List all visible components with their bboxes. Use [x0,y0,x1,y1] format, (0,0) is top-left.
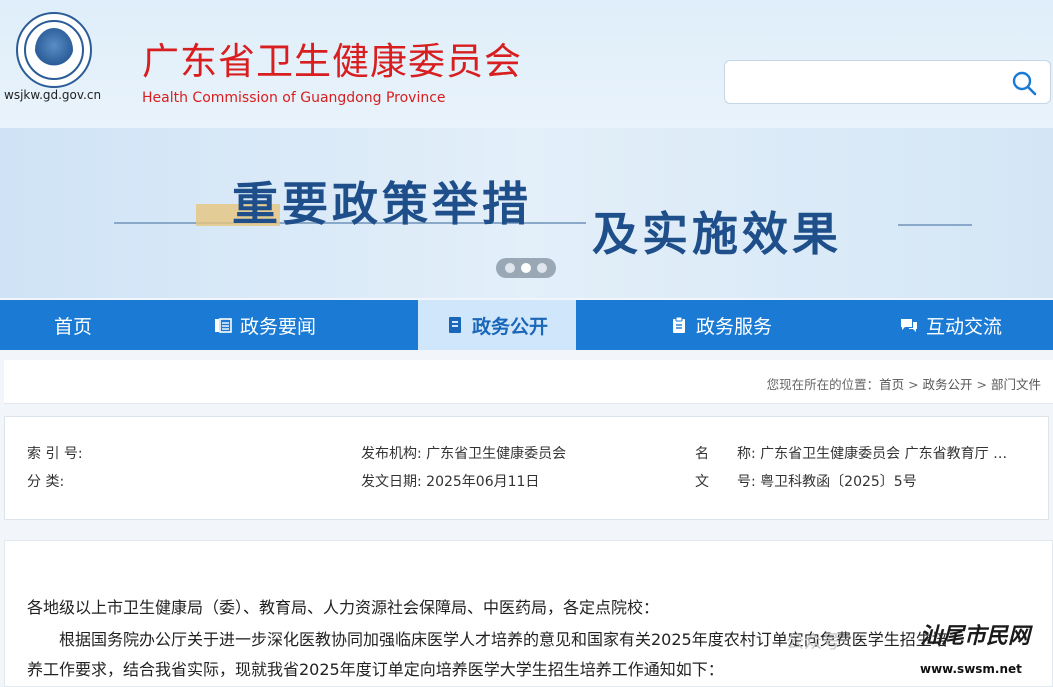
article-greeting: 各地级以上市卫生健康局（委）、教育局、人力资源社会保障局、中医药局，各定点院校： [27,598,660,617]
meta-doc-label-2: 号: [737,474,756,490]
banner-line-right [898,224,972,226]
breadcrumb-home[interactable]: 首页 [879,377,904,392]
meta-name: 称: 广东省卫生健康委员会 广东省教育厅 … [737,443,1037,463]
carousel-dot-3[interactable] [537,263,547,273]
carousel-dot-1[interactable] [505,263,515,273]
nav-item-news[interactable]: 政务要闻 [214,300,344,350]
meta-name-value: 广东省卫生健康委员会 广东省教育厅 … [760,446,1008,462]
banner-carousel[interactable]: 重要政策举措 及实施效果 [0,128,1053,298]
breadcrumb-bar: 您现在所在的位置：首页 > 政务公开 > 部门文件 [4,360,1053,404]
meta-index-label: 索 引 号: [27,446,83,462]
document-icon [448,317,461,333]
search-icon [1012,71,1037,96]
meta-doc-value: 粤卫科教函〔2025〕5号 [760,474,917,490]
nav-item-gov-open[interactable]: 政务公开 [418,300,576,350]
article-paragraph-2: 养工作要求，结合我省实际，现就我省2025年度订单定向培养医学大学生招生培养工作… [27,660,724,679]
clipboard-icon [673,316,685,333]
watermark-text: 公众号 [786,632,840,653]
meta-name-label-2: 称: [737,446,756,462]
breadcrumb-prefix: 您现在所在的位置： [766,377,880,392]
breadcrumb-sep-2: > [972,377,991,392]
banner-headline-2: 及实施效果 [592,207,842,261]
watermark-stamp: 汕尾市民网 [920,623,1031,649]
document-meta: 索 引 号: 分 类: 发布机构: 广东省卫生健康委员会 发文日期: 2025年… [4,416,1049,520]
site-title[interactable]: 广东省卫生健康委员会 [142,40,522,84]
chat-icon [901,319,917,332]
article-paragraph-1: 根据国务院办公厅关于进一步深化医教协同加强临床医学人才培养的意见和国家有关202… [59,630,948,649]
nav-item-home[interactable]: 首页 [54,300,114,350]
meta-name-label-1: 名 [695,446,709,462]
site-domain: wsjkw.gd.gov.cn [4,88,102,102]
meta-date-value: 2025年06月11日 [426,474,540,490]
search-box [724,60,1051,104]
nav-item-interaction[interactable]: 互动交流 [900,300,1030,350]
banner-headline-1: 重要政策举措 [232,177,532,231]
nav-label-services: 政务服务 [696,315,773,338]
breadcrumb-gov-open[interactable]: 政务公开 [923,377,973,392]
nav-label-interaction: 互动交流 [926,315,1003,338]
breadcrumb-sep-1: > [904,377,923,392]
article-content: 各地级以上市卫生健康局（委）、教育局、人力资源社会保障局、中医药局，各定点院校：… [4,540,1053,687]
search-button[interactable] [1010,69,1038,97]
emblem-logo[interactable] [16,12,92,88]
main-nav: 首页 政务要闻 政务公开 政务服务 互动交流 [0,300,1053,350]
emblem-core [35,28,73,72]
site-header: wsjkw.gd.gov.cn 广东省卫生健康委员会 Health Commis… [0,0,1053,128]
nav-label-gov-open: 政务公开 [471,315,548,338]
meta-doc-label-1: 文 [695,474,709,490]
meta-publisher: 发布机构: 广东省卫生健康委员会 [361,443,566,463]
breadcrumb: 您现在所在的位置：首页 > 政务公开 > 部门文件 [767,374,1041,393]
carousel-dot-2[interactable] [521,263,531,273]
meta-publisher-label: 发布机构: [361,446,422,462]
meta-date: 发文日期: 2025年06月11日 [361,471,539,491]
nav-item-services[interactable]: 政务服务 [670,300,800,350]
meta-doc-number: 号: 粤卫科教函〔2025〕5号 [737,471,917,491]
meta-publisher-value: 广东省卫生健康委员会 [426,446,567,462]
meta-category-label: 分 类: [27,474,65,490]
search-input[interactable] [733,67,1003,97]
breadcrumb-dept-docs[interactable]: 部门文件 [991,377,1041,392]
carousel-dots [496,258,556,278]
news-icon [215,318,232,333]
nav-label-home: 首页 [54,315,93,338]
nav-label-news: 政务要闻 [240,315,317,338]
meta-date-label: 发文日期: [361,474,422,490]
watermark-url: www.swsm.net [920,662,1022,676]
site-subtitle: Health Commission of Guangdong Province [142,90,446,106]
